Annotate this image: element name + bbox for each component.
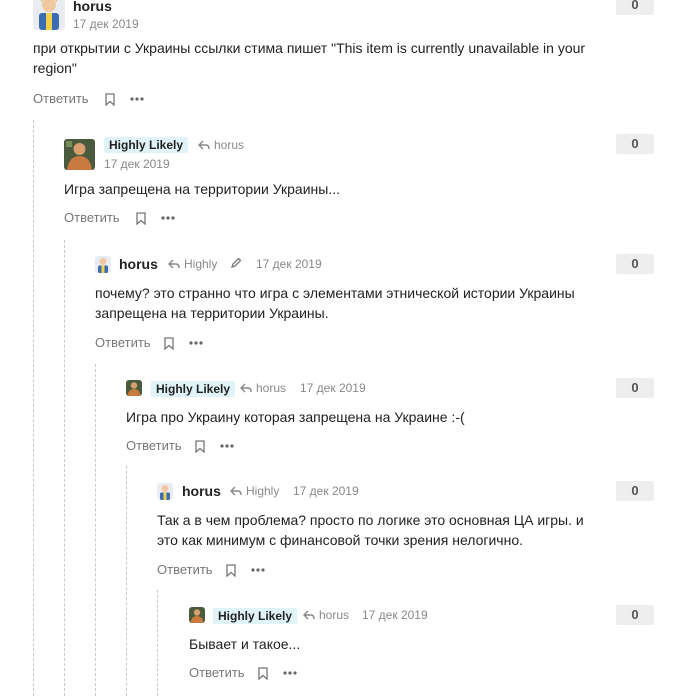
- comment-author[interactable]: Highly Likely: [213, 608, 298, 624]
- reply-to[interactable]: horus: [303, 608, 349, 622]
- more-dots-icon[interactable]: [283, 671, 297, 675]
- comment-date[interactable]: 17 дек 2019: [362, 608, 428, 622]
- reply-arrow-icon: [303, 610, 315, 620]
- reply-button[interactable]: Ответить: [189, 665, 245, 680]
- bookmark-icon[interactable]: [258, 667, 268, 680]
- comment: Highly Likely horus 17 дек 2019 0 Бывает…: [0, 0, 700, 696]
- comment-score: 0: [616, 605, 654, 625]
- avatar[interactable]: [189, 607, 205, 623]
- reply-to-name[interactable]: horus: [319, 608, 349, 622]
- comment-text: Бывает и такое...: [189, 636, 301, 652]
